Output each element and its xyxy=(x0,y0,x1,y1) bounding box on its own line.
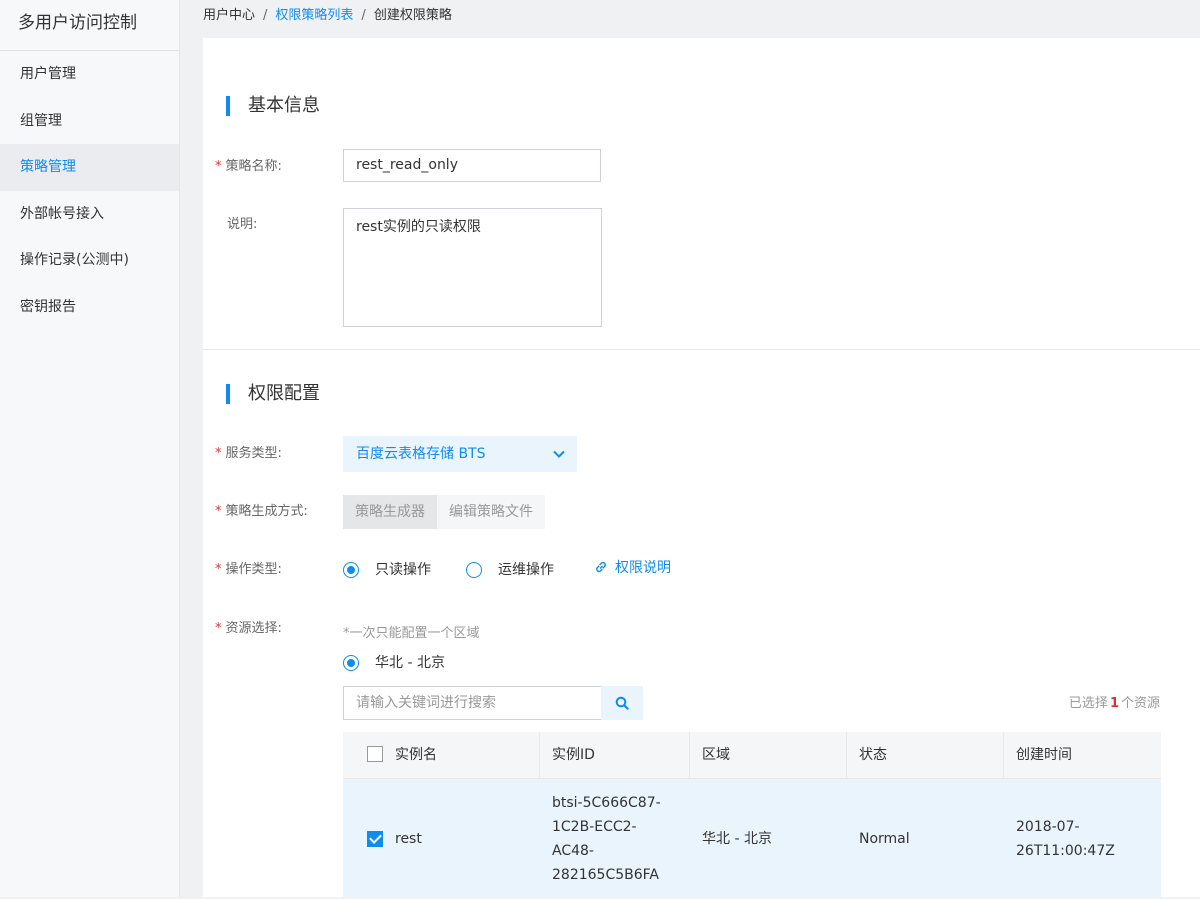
resource-hint: *一次只能配置一个区域 xyxy=(343,626,480,641)
select-all-checkbox[interactable] xyxy=(367,746,383,762)
policy-name-label: * 策略名称: xyxy=(215,159,282,174)
generation-method-label: * 策略生成方式: xyxy=(215,504,308,519)
ops-radio[interactable] xyxy=(466,562,482,578)
description-label: 说明: xyxy=(227,217,258,232)
sidebar-title: 多用户访问控制 xyxy=(0,0,179,51)
chevron-down-icon xyxy=(553,450,565,458)
instance-table: 实例名 实例ID 区域 状态 创建时间 rest btsi-5C666C87- … xyxy=(343,732,1161,898)
table-header: 实例名 实例ID 区域 状态 创建时间 xyxy=(343,732,1161,778)
edit-policy-file-tab[interactable]: 编辑策略文件 xyxy=(437,495,545,529)
selected-resource-count: 已选择 1 个资源 xyxy=(1068,696,1160,711)
region-radio[interactable] xyxy=(343,655,359,671)
section-divider xyxy=(203,349,1200,350)
service-type-label: * 服务类型: xyxy=(215,446,282,461)
policy-generator-tab[interactable]: 策略生成器 xyxy=(343,495,437,529)
cell-created-time: 2018-07- 26T11:00:47Z xyxy=(1016,819,1115,859)
link-icon xyxy=(596,561,606,573)
readonly-radio[interactable] xyxy=(343,562,359,578)
header-region: 区域 xyxy=(690,732,847,778)
sidebar-item-external-accounts[interactable]: 外部帐号接入 xyxy=(0,191,179,238)
row-checkbox[interactable] xyxy=(367,831,383,847)
policy-name-input[interactable]: rest_read_only xyxy=(343,149,601,182)
readonly-radio-label[interactable]: 只读操作 xyxy=(375,560,431,580)
sidebar: 多用户访问控制 用户管理 组管理 策略管理 外部帐号接入 操作记录(公测中) 密… xyxy=(0,0,180,897)
search-icon xyxy=(615,696,629,710)
search-button[interactable] xyxy=(601,686,643,720)
header-created-time: 创建时间 xyxy=(1016,747,1072,763)
operation-type-label: * 操作类型: xyxy=(215,562,282,577)
breadcrumb: 用户中心 / 权限策略列表 / 创建权限策略 xyxy=(203,0,452,38)
permission-help-link[interactable]: 权限说明 xyxy=(593,558,671,578)
cell-instance-name: rest xyxy=(343,779,540,899)
cell-region: 华北 - 北京 xyxy=(702,831,772,847)
sidebar-item-key-report[interactable]: 密钥报告 xyxy=(0,284,179,331)
search-input[interactable]: 请输入关键词进行搜索 xyxy=(343,686,602,720)
resource-select-label: * 资源选择: xyxy=(215,621,282,636)
permission-help-label: 权限说明 xyxy=(615,560,671,576)
description-textarea[interactable]: rest实例的只读权限 xyxy=(343,208,602,327)
cell-instance-id: btsi-5C666C87- 1C2B-ECC2- AC48- 282165C5… xyxy=(552,795,661,883)
header-status: 状态 xyxy=(847,732,1004,778)
service-type-select[interactable]: 百度云表格存储 BTS xyxy=(343,436,577,472)
section-title-permission: 权限配置 xyxy=(226,383,320,405)
main-panel: 基本信息 * 策略名称: rest_read_only 说明: rest实例的只读… xyxy=(203,38,1200,898)
sidebar-item-groups[interactable]: 组管理 xyxy=(0,98,179,145)
sidebar-item-users[interactable]: 用户管理 xyxy=(0,51,179,98)
sidebar-item-policies[interactable]: 策略管理 xyxy=(0,144,179,191)
breadcrumb-current: 创建权限策略 xyxy=(373,8,452,23)
cell-status: Normal xyxy=(859,831,910,847)
breadcrumb-root[interactable]: 用户中心 xyxy=(203,8,255,23)
breadcrumb-separator: / xyxy=(263,8,268,23)
ops-radio-label[interactable]: 运维操作 xyxy=(498,560,554,580)
header-instance-id: 实例ID xyxy=(540,732,690,778)
breadcrumb-separator: / xyxy=(361,8,366,23)
selected-count-number: 1 xyxy=(1109,696,1119,711)
section-title-basic: 基本信息 xyxy=(226,95,320,117)
sidebar-item-operation-log[interactable]: 操作记录(公测中) xyxy=(0,237,179,284)
table-row[interactable]: rest btsi-5C666C87- 1C2B-ECC2- AC48- 282… xyxy=(343,778,1161,898)
breadcrumb-policy-list[interactable]: 权限策略列表 xyxy=(275,8,353,23)
service-type-value: 百度云表格存储 BTS xyxy=(356,446,486,462)
region-radio-label[interactable]: 华北 - 北京 xyxy=(375,653,445,673)
header-instance-name: 实例名 xyxy=(343,732,540,778)
